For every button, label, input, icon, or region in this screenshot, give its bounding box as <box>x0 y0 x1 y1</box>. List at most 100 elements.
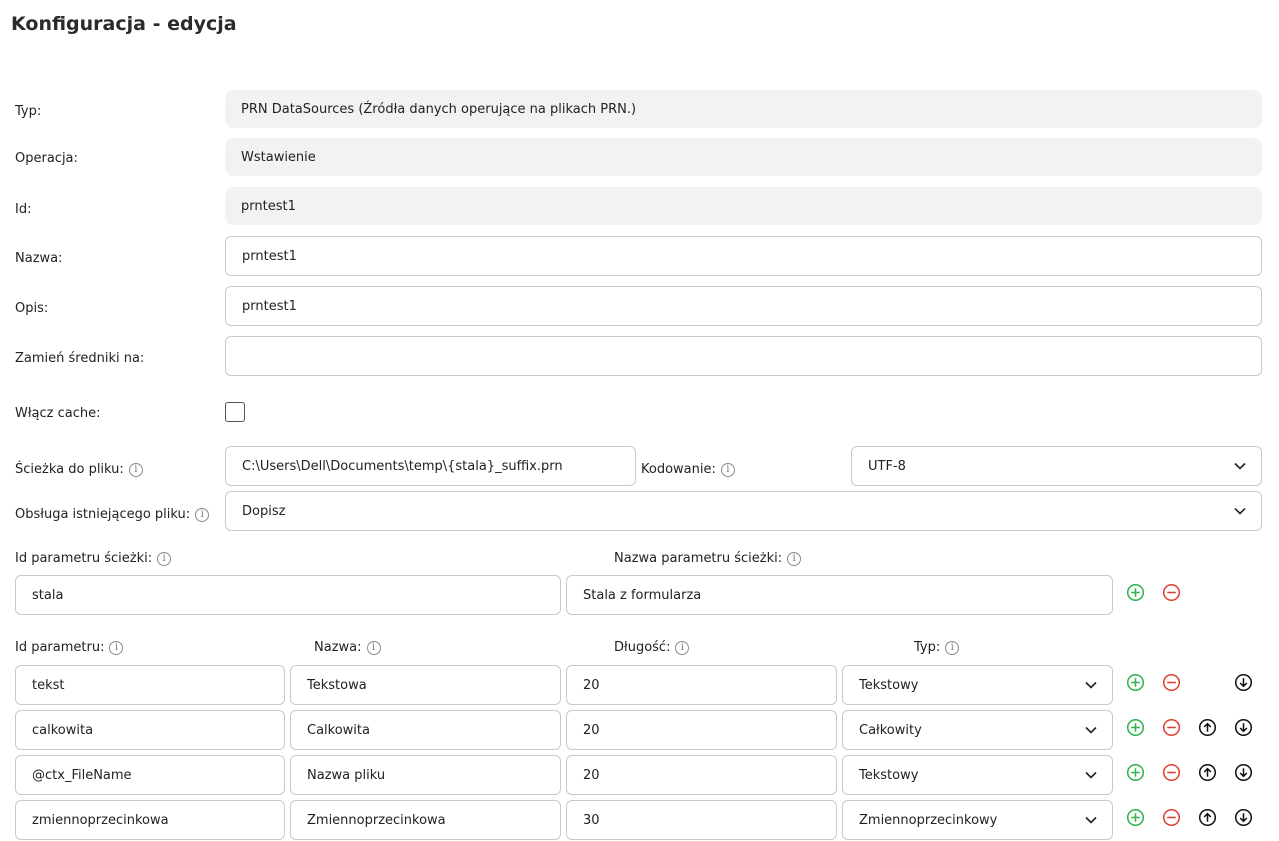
param-type-value: Tekstowy <box>859 767 919 783</box>
param-id-input[interactable]: zmiennoprzecinkowa <box>15 800 285 840</box>
zamien-input[interactable] <box>225 336 1262 376</box>
nazwa-input[interactable]: prntest1 <box>225 236 1262 276</box>
arrow-up-circle-icon[interactable] <box>1198 808 1217 827</box>
cache-label: Włącz cache: <box>15 406 101 421</box>
id-label: Id: <box>15 202 32 217</box>
opis-label: Opis: <box>15 301 49 316</box>
plus-circle-icon[interactable] <box>1126 808 1145 827</box>
kodowanie-value: UTF-8 <box>868 458 906 474</box>
path-param-name-input[interactable]: Stala z formularza <box>566 575 1113 615</box>
path-param-name-value: Stala z formularza <box>583 587 702 603</box>
param-type-value: Zmiennoprzecinkowy <box>859 812 998 828</box>
typ-label: Typ: <box>15 104 42 119</box>
param-length-value: 20 <box>583 677 600 693</box>
param-length-input[interactable]: 20 <box>566 710 837 750</box>
minus-circle-icon[interactable] <box>1162 673 1181 692</box>
opis-value: prntest1 <box>242 298 297 314</box>
param-id-input[interactable]: tekst <box>15 665 285 705</box>
chevron-down-icon <box>1085 816 1097 824</box>
kodowanie-label-group: Kodowanie: i <box>641 462 735 477</box>
obsluga-select[interactable]: Dopisz <box>225 491 1262 531</box>
info-icon[interactable]: i <box>128 462 143 477</box>
sciezka-input[interactable]: C:\Users\Dell\Documents\temp\{stala}_suf… <box>225 446 636 486</box>
param-type-header-label: Typ: <box>914 640 941 655</box>
chevron-down-icon <box>1085 726 1097 734</box>
typ-field: PRN DataSources (Źródła danych operujące… <box>225 90 1262 128</box>
sciezka-label-group: Ścieżka do pliku: i <box>15 462 143 477</box>
param-length-header-label: Długość: <box>614 640 671 655</box>
param-type-select[interactable]: Tekstowy <box>842 755 1113 795</box>
arrow-down-circle-icon[interactable] <box>1234 718 1253 737</box>
arrow-down-circle-icon[interactable] <box>1234 673 1253 692</box>
param-name-value: Tekstowa <box>307 677 367 693</box>
param-name-header-label: Nazwa: <box>314 640 362 655</box>
page-title: Konfiguracja - edycja <box>11 13 237 35</box>
operacja-value: Wstawienie <box>241 149 316 165</box>
param-name-input[interactable]: Nazwa pliku <box>290 755 561 795</box>
param-name-input[interactable]: Calkowita <box>290 710 561 750</box>
plus-circle-icon[interactable] <box>1126 718 1145 737</box>
param-id-value: tekst <box>32 677 65 693</box>
param-length-value: 20 <box>583 722 600 738</box>
plus-circle-icon[interactable] <box>1126 583 1145 602</box>
param-length-input[interactable]: 20 <box>566 665 837 705</box>
param-name-input[interactable]: Tekstowa <box>290 665 561 705</box>
info-icon[interactable]: i <box>157 551 172 566</box>
arrow-down-circle-icon[interactable] <box>1234 808 1253 827</box>
param-id-value: calkowita <box>32 722 94 738</box>
arrow-up-circle-icon[interactable] <box>1198 718 1217 737</box>
info-icon[interactable]: i <box>787 551 802 566</box>
info-icon[interactable]: i <box>195 507 210 522</box>
info-icon[interactable]: i <box>109 640 124 655</box>
param-length-value: 30 <box>583 812 600 828</box>
plus-circle-icon[interactable] <box>1126 763 1145 782</box>
info-icon[interactable]: i <box>720 462 735 477</box>
minus-circle-icon[interactable] <box>1162 808 1181 827</box>
sciezka-label: Ścieżka do pliku: <box>15 462 124 477</box>
info-icon[interactable]: i <box>675 640 690 655</box>
param-id-value: zmiennoprzecinkowa <box>32 812 169 828</box>
chevron-down-icon <box>1234 462 1246 470</box>
minus-circle-icon[interactable] <box>1162 763 1181 782</box>
operacja-label: Operacja: <box>15 151 78 166</box>
info-icon[interactable]: i <box>366 640 381 655</box>
param-type-value: Tekstowy <box>859 677 919 693</box>
param-type-header: Typ: i <box>914 640 960 655</box>
sciezka-value: C:\Users\Dell\Documents\temp\{stala}_suf… <box>242 458 563 474</box>
param-id-input[interactable]: calkowita <box>15 710 285 750</box>
minus-circle-icon[interactable] <box>1162 718 1181 737</box>
param-name-value: Calkowita <box>307 722 370 738</box>
param-id-value: @ctx_FileName <box>32 767 132 783</box>
obsluga-label: Obsługa istniejącego pliku: <box>15 507 191 522</box>
param-length-input[interactable]: 30 <box>566 800 837 840</box>
arrow-up-circle-icon[interactable] <box>1198 763 1217 782</box>
id-field: prntest1 <box>225 187 1262 225</box>
param-type-select[interactable]: Tekstowy <box>842 665 1113 705</box>
param-length-input[interactable]: 20 <box>566 755 837 795</box>
param-id-header-label: Id parametru: <box>15 640 105 655</box>
cache-checkbox[interactable] <box>225 402 245 422</box>
opis-input[interactable]: prntest1 <box>225 286 1262 326</box>
param-type-select[interactable]: Całkowity <box>842 710 1113 750</box>
plus-circle-icon[interactable] <box>1126 673 1145 692</box>
info-icon[interactable]: i <box>945 640 960 655</box>
minus-circle-icon[interactable] <box>1162 583 1181 602</box>
param-length-value: 20 <box>583 767 600 783</box>
obsluga-value: Dopisz <box>242 503 286 519</box>
path-param-id-input[interactable]: stala <box>15 575 561 615</box>
path-param-name-label: Nazwa parametru ścieżki: <box>614 551 783 566</box>
param-type-select[interactable]: Zmiennoprzecinkowy <box>842 800 1113 840</box>
nazwa-value: prntest1 <box>242 248 297 264</box>
path-param-id-value: stala <box>32 587 64 603</box>
kodowanie-select[interactable]: UTF-8 <box>851 446 1262 486</box>
zamien-label: Zamień średniki na: <box>15 351 145 366</box>
arrow-down-circle-icon[interactable] <box>1234 763 1253 782</box>
param-id-input[interactable]: @ctx_FileName <box>15 755 285 795</box>
typ-value: PRN DataSources (Źródła danych operujące… <box>241 101 637 117</box>
param-name-value: Nazwa pliku <box>307 767 386 783</box>
chevron-down-icon <box>1085 771 1097 779</box>
param-name-input[interactable]: Zmiennoprzecinkowa <box>290 800 561 840</box>
param-length-header: Długość: i <box>614 640 690 655</box>
path-param-id-label: Id parametru ścieżki: <box>15 551 153 566</box>
path-param-id-header: Id parametru ścieżki: i <box>15 551 172 566</box>
